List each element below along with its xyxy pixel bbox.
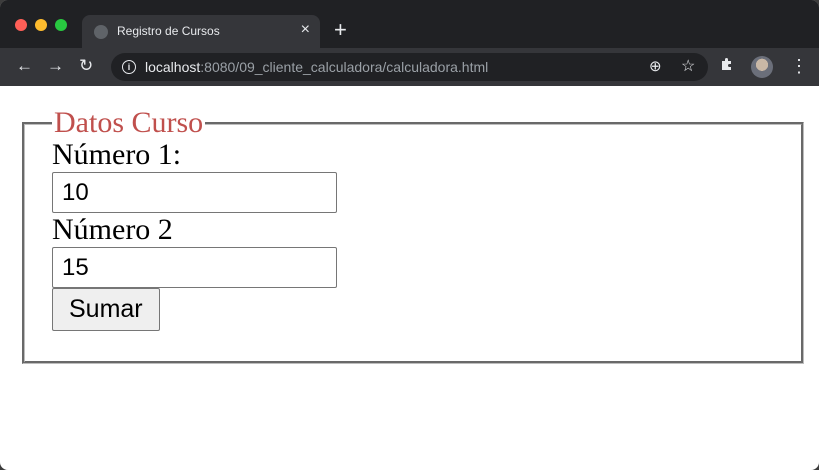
- info-icon[interactable]: i: [122, 60, 136, 74]
- avatar[interactable]: [751, 56, 773, 78]
- fieldset-legend: Datos Curso: [54, 106, 204, 139]
- number2-input[interactable]: [52, 247, 337, 288]
- tab-title: Registro de Cursos: [117, 24, 220, 38]
- maximize-window-button[interactable]: [55, 19, 67, 31]
- sum-button[interactable]: Sumar: [52, 288, 160, 331]
- browser-toolbar: ← → ↻ i localhost:8080/09_cliente_calcul…: [0, 48, 819, 86]
- minimize-window-button[interactable]: [35, 19, 47, 31]
- number2-label: Número 2: [52, 213, 173, 246]
- globe-icon: [94, 25, 108, 39]
- back-arrow-icon[interactable]: ←: [16, 55, 33, 77]
- address-bar[interactable]: i localhost:8080/09_cliente_calculadora/…: [111, 53, 708, 81]
- title-bar: Registro de Cursos × +: [0, 0, 819, 48]
- url-path: :8080/09_cliente_calculadora/calculadora…: [200, 59, 489, 75]
- puzzle-extension-icon[interactable]: [720, 57, 734, 71]
- url-host: localhost: [145, 59, 201, 75]
- close-window-button[interactable]: [15, 19, 27, 31]
- forward-arrow-icon[interactable]: →: [47, 55, 64, 77]
- tab-registro-de-cursos[interactable]: Registro de Cursos ×: [82, 15, 320, 48]
- number1-input[interactable]: [52, 172, 337, 213]
- page-content: Datos Curso Número 1: Número 2 Sumar: [0, 86, 819, 470]
- kebab-menu-icon[interactable]: ⋮: [790, 56, 808, 76]
- number1-label: Número 1:: [52, 138, 182, 171]
- tab-close-icon[interactable]: ×: [301, 21, 310, 39]
- bookmark-star-icon[interactable]: ☆: [681, 56, 695, 76]
- course-fieldset: Datos Curso Número 1: Número 2 Sumar: [22, 108, 804, 364]
- browser-window: Registro de Cursos × + ← → ↻ i localhost…: [0, 0, 819, 470]
- new-tab-button[interactable]: +: [334, 18, 347, 42]
- url-text[interactable]: localhost:8080/09_cliente_calculadora/ca…: [145, 59, 488, 75]
- reload-icon[interactable]: ↻: [79, 55, 93, 77]
- zoom-icon[interactable]: ⊕: [649, 57, 662, 75]
